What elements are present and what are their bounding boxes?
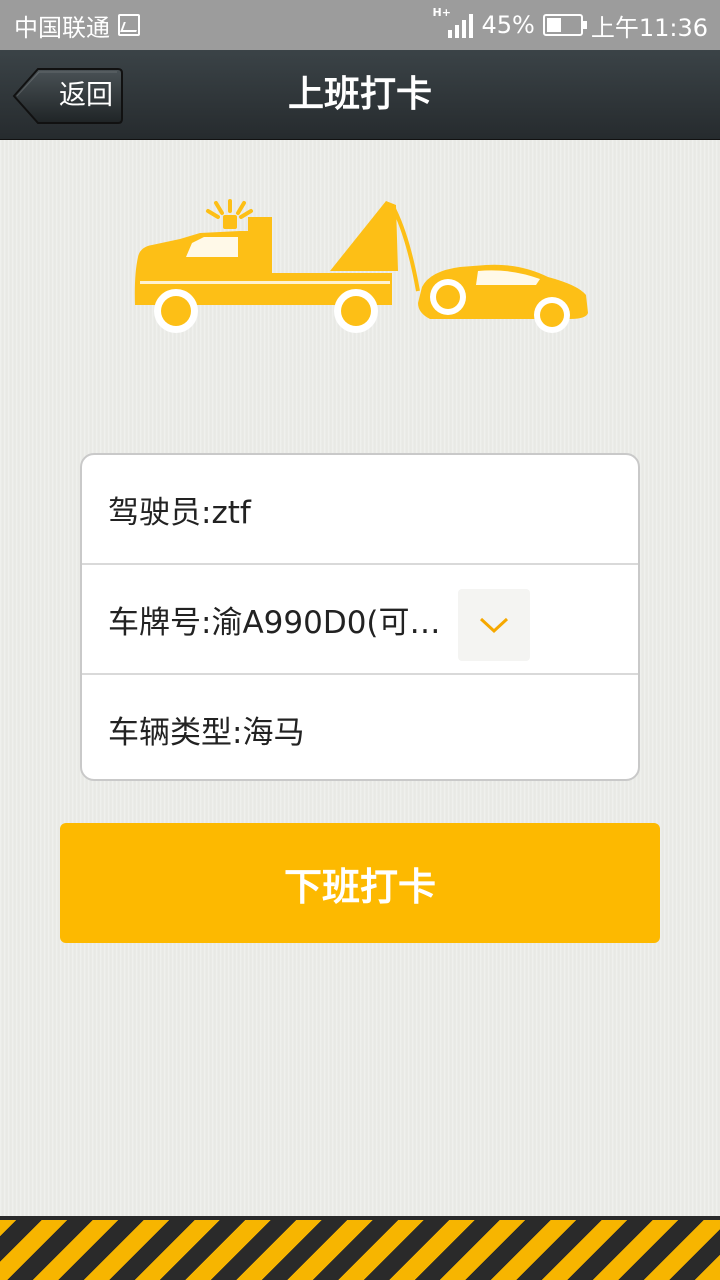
- clock-out-button[interactable]: 下班打卡: [60, 823, 660, 943]
- back-label: 返回: [59, 80, 113, 111]
- plate-dropdown-button[interactable]: [458, 589, 530, 661]
- hazard-stripe-footer: [0, 1216, 720, 1280]
- vehicle-type-row: 车辆类型:海马: [82, 675, 638, 779]
- signal-icon: H+: [432, 6, 474, 38]
- battery-percent: 45%: [481, 11, 535, 39]
- back-button[interactable]: 返回: [12, 67, 124, 125]
- status-right: H+ 45% 上午11:36: [432, 6, 708, 43]
- image-notification-icon: [118, 14, 140, 36]
- carrier-name: 中国联通: [14, 13, 110, 42]
- plate-text: 车牌号:渝A990D0(可拖车): [108, 604, 448, 641]
- plate-row[interactable]: 车牌号:渝A990D0(可拖车): [82, 565, 638, 673]
- driver-row: 驾驶员:ztf: [82, 455, 638, 563]
- vehicle-info-card: 驾驶员:ztf 车牌号:渝A990D0(可拖车) 车辆类型:海马: [80, 453, 640, 781]
- beacon-light: [223, 215, 237, 229]
- tow-truck-illustration: [134, 199, 588, 333]
- vehicle-type-text: 车辆类型:海马: [108, 714, 305, 751]
- title-bar: 返回 上班打卡: [0, 50, 720, 140]
- status-left: 中国联通: [14, 8, 140, 43]
- chevron-down-icon: [479, 617, 509, 634]
- status-bar: 中国联通 H+ 45% 上午11:36: [0, 0, 720, 50]
- driver-text: 驾驶员:ztf: [108, 494, 251, 531]
- battery-icon: [542, 14, 587, 36]
- status-time: 上午11:36: [590, 13, 708, 42]
- network-type: H+: [432, 6, 451, 19]
